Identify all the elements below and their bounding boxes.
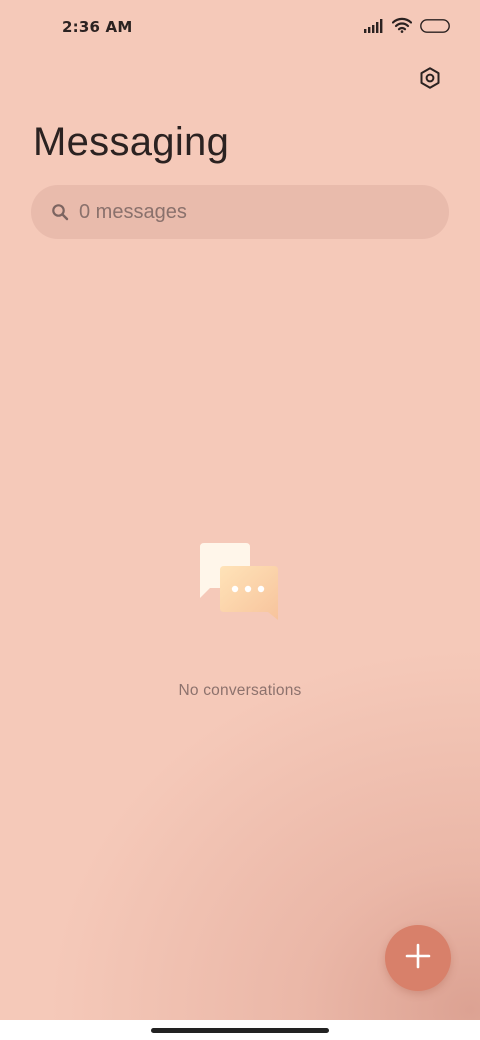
page-title: Messaging <box>33 120 230 164</box>
status-time: 2:36 AM <box>62 18 133 36</box>
empty-state: No conversations <box>0 540 480 700</box>
empty-state-text: No conversations <box>178 682 302 699</box>
search-bar[interactable] <box>31 185 449 239</box>
chat-bubbles-icon <box>190 540 290 630</box>
navigation-bar <box>0 1020 480 1040</box>
search-icon <box>49 201 71 223</box>
status-bar: 2:36 AM <box>0 0 480 56</box>
signal-icon <box>364 18 384 37</box>
home-indicator[interactable] <box>151 1028 329 1033</box>
search-input[interactable] <box>79 200 419 224</box>
status-icons <box>364 17 450 37</box>
new-conversation-button[interactable] <box>385 925 451 991</box>
wifi-icon <box>391 17 413 37</box>
plus-icon <box>404 942 432 974</box>
settings-icon <box>418 66 442 94</box>
battery-icon <box>420 18 450 37</box>
settings-button[interactable] <box>410 60 450 100</box>
messaging-screen: 2:36 AM Messaging 0 messages No conversa… <box>0 0 480 1020</box>
